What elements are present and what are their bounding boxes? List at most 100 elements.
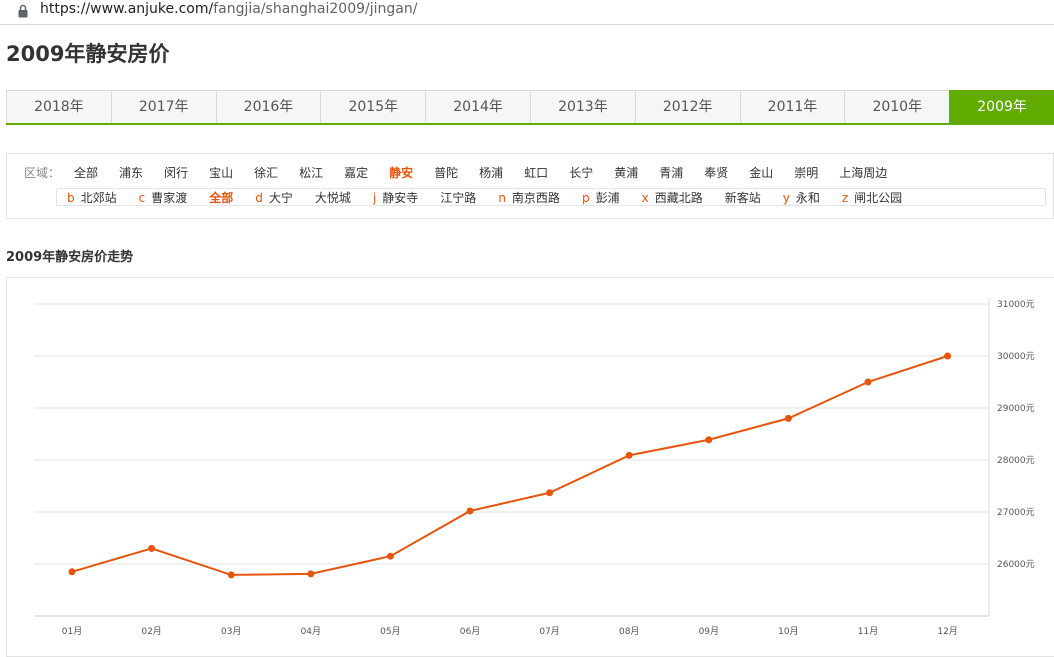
x-tick-label: 01月 [62,626,82,637]
subarea-item[interactable]: b 北郊站 [67,189,117,206]
x-tick-label: 07月 [539,626,559,637]
region-item[interactable]: 徐汇 [254,164,278,181]
region-item[interactable]: 青浦 [659,164,683,181]
subarea-letter: j [372,190,377,205]
subarea-label: 南京西路 [511,190,560,205]
url-domain: https://www.anjuke.com/ [40,1,214,17]
subarea-letter: c [138,190,146,205]
price-trend-svg: 26000元 27000元 28000元 29000元 30000元 31000元 01月 0… [34,298,1035,637]
subarea-item[interactable]: n 南京西路 [498,189,560,206]
subarea-label: 曹家渡 [151,190,188,205]
subarea-item[interactable]: 大悦城 [315,189,351,206]
subarea-label: 大宁 [268,190,293,205]
region-filter-row: 区域： 全部 浦东 闵行 宝山 徐汇 松江 嘉定 静安 普陀 杨浦 虹口 长宁 黄浦 青浦 奉贤 金山 崇明 上海… [24,164,908,181]
price-point [68,568,76,576]
price-trend-chart: 26000元 27000元 28000元 29000元 30000元 31000元 01月 0… [6,277,1054,657]
subarea-letter: x [641,190,649,205]
subarea-item[interactable]: d 大宁 [255,189,293,206]
price-point [864,378,872,386]
region-item[interactable]: 浦东 [119,164,143,181]
region-item[interactable]: 杨浦 [479,164,503,181]
subarea-label: 新客站 [724,190,761,205]
subarea-letter: z [841,190,849,205]
x-tick-label: 04月 [301,626,321,637]
subarea-item[interactable]: y 永和 [783,189,820,206]
region-item[interactable]: 静安 [389,164,413,181]
subarea-item[interactable]: 全部 [209,189,233,206]
price-point [148,544,156,552]
region-label: 区域： [24,166,61,180]
year-tab-2012[interactable]: 2012年 [634,90,740,123]
y-tick-label: 31000元 [997,300,1035,310]
x-tick-label: 10月 [778,626,798,637]
url-text[interactable]: https://www.anjuke.com/fangjia/shanghai2… [40,1,417,17]
year-tabs: 2018年 2017年 2016年 2015年 2014年 2013年 2012年 2011年… [6,90,1054,125]
subarea-label: 大悦城 [314,190,351,205]
subarea-item[interactable]: p 彭浦 [582,189,620,206]
price-series-line [71,355,948,576]
subarea-label: 江宁路 [440,190,477,205]
subarea-label: 西藏北路 [654,190,703,205]
y-tick-label: 29000元 [997,404,1035,414]
url-path: fangjia/shanghai2009/jingan/ [213,1,418,17]
subarea-label: 闸北公园 [854,190,903,205]
subarea-label: 永和 [795,190,820,205]
region-item[interactable]: 普陀 [434,164,458,181]
year-tab-2018[interactable]: 2018年 [6,90,111,123]
price-point [307,570,315,578]
subarea-letter: n [498,190,506,205]
region-item[interactable]: 全部 [74,164,98,181]
subarea-item[interactable]: 江宁路 [440,189,476,206]
price-point [546,489,554,497]
subarea-letter: p [581,190,590,205]
x-tick-label: 12月 [937,626,957,637]
year-tab-2015[interactable]: 2015年 [320,90,426,123]
region-item[interactable]: 上海周边 [839,164,887,181]
region-item[interactable]: 宝山 [209,164,233,181]
year-tab-2011[interactable]: 2011年 [739,90,845,123]
region-item[interactable]: 长宁 [569,164,593,181]
lock-icon [18,4,28,18]
x-tick-label: 09月 [699,626,719,637]
x-tick-label: 08月 [619,626,639,637]
y-tick-label: 30000元 [997,352,1035,362]
region-item[interactable]: 金山 [749,164,773,181]
subarea-label: 全部 [209,190,234,205]
price-point [705,436,713,444]
y-tick-label: 27000元 [997,508,1035,518]
year-tab-2016[interactable]: 2016年 [215,90,321,123]
subarea-letter: d [255,190,263,205]
region-item[interactable]: 崇明 [794,164,818,181]
subarea-item[interactable]: c 曹家渡 [139,189,188,206]
subarea-label: 彭浦 [595,190,620,205]
subarea-item[interactable]: z 闸北公园 [842,189,902,206]
subarea-filter-row: b 北郊站 c 曹家渡 全部 d 大宁 大悦城 j 静安寺 江宁路 n 南京西路 p 彭浦 x 西藏北路 新客站 y… [56,188,1046,206]
subarea-item[interactable]: x 西藏北路 [642,189,703,206]
year-tab-2010[interactable]: 2010年 [844,90,950,123]
region-item[interactable]: 黄浦 [614,164,638,181]
price-point [784,414,792,422]
page-title: 2009年静安房价 [6,42,170,66]
chart-heading: 2009年静安房价走势 [6,250,134,265]
region-item[interactable]: 奉贤 [704,164,728,181]
subarea-item[interactable]: 新客站 [725,189,761,206]
y-tick-label: 26000元 [997,560,1035,570]
region-item[interactable]: 闵行 [164,164,188,181]
subarea-item[interactable]: j 静安寺 [373,189,418,206]
price-point [466,507,474,515]
year-tab-2017[interactable]: 2017年 [110,90,216,123]
year-tab-2013[interactable]: 2013年 [529,90,635,123]
price-point [227,571,235,579]
price-point [944,352,952,360]
year-tab-2014[interactable]: 2014年 [425,90,530,123]
region-item[interactable]: 虹口 [524,164,548,181]
browser-address-bar[interactable]: https://www.anjuke.com/fangjia/shanghai2… [0,0,1054,25]
x-tick-label: 11月 [858,626,878,637]
subarea-letter: b [67,190,75,205]
year-tab-2009[interactable]: 2009年 [949,90,1054,123]
region-item[interactable]: 松江 [299,164,323,181]
y-tick-label: 28000元 [997,456,1035,466]
price-point [625,451,633,459]
filter-panel: 区域： 全部 浦东 闵行 宝山 徐汇 松江 嘉定 静安 普陀 杨浦 虹口 长宁 黄浦 青浦 奉贤 金山 崇明 上海… [6,153,1054,219]
region-item[interactable]: 嘉定 [344,164,368,181]
